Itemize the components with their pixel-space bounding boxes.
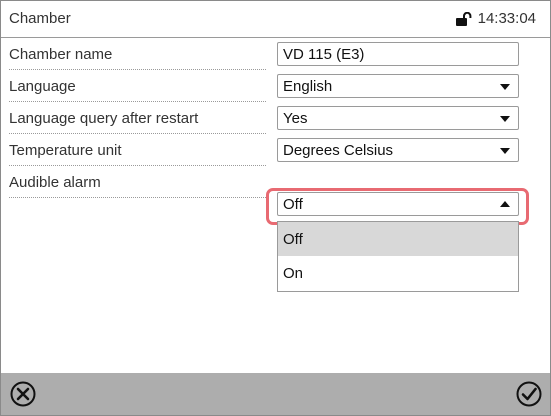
page-title: Chamber [9, 10, 71, 27]
settings-screen: Chamber 14:33:04 Chamber name VD 115 (E3… [0, 0, 551, 416]
language-query-select[interactable]: Yes [277, 106, 519, 130]
setting-label: Chamber name [9, 46, 113, 63]
setting-label: Audible alarm [9, 174, 101, 191]
field-value: English [283, 78, 333, 95]
option-off[interactable]: Off [278, 222, 518, 256]
status-area: 14:33:04 [455, 10, 536, 27]
lock-open-icon [455, 11, 472, 26]
cancel-circle-icon[interactable] [9, 380, 37, 408]
setting-row-temperature-unit: Temperature unit Degrees Celsius [1, 134, 550, 166]
option-label: Off [283, 231, 303, 248]
language-select[interactable]: English [277, 74, 519, 98]
setting-label: Language [9, 78, 76, 95]
chevron-down-icon [500, 148, 510, 154]
field-value: VD 115 (E3) [283, 46, 365, 63]
row-divider [9, 197, 266, 198]
focus-highlight [266, 188, 529, 225]
setting-label: Language query after restart [9, 110, 199, 127]
setting-row-chamber-name: Chamber name VD 115 (E3) [1, 38, 550, 70]
setting-row-language: Language English [1, 70, 550, 102]
setting-label: Temperature unit [9, 142, 122, 159]
field-value: Yes [283, 110, 308, 127]
chamber-name-field[interactable]: VD 115 (E3) [277, 42, 519, 66]
temperature-unit-select[interactable]: Degrees Celsius [277, 138, 519, 162]
chevron-down-icon [500, 84, 510, 90]
header-bar: Chamber 14:33:04 [1, 1, 550, 38]
audible-alarm-options: Off On [277, 221, 519, 292]
chevron-down-icon [500, 116, 510, 122]
setting-row-language-query: Language query after restart Yes [1, 102, 550, 134]
confirm-check-icon[interactable] [515, 380, 543, 408]
option-on[interactable]: On [278, 256, 518, 290]
option-label: On [283, 265, 304, 282]
footer-bar [1, 373, 550, 415]
field-value: Degrees Celsius [283, 142, 394, 159]
clock-time: 14:33:04 [477, 10, 536, 27]
